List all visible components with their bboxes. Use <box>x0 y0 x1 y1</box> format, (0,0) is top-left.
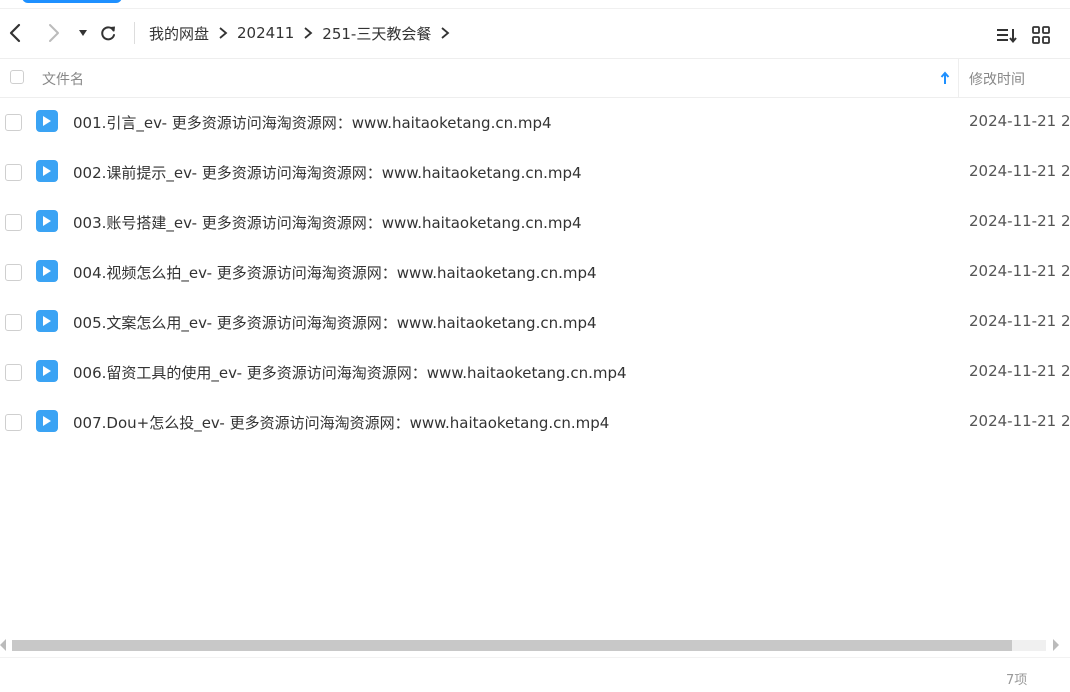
row-checkbox[interactable] <box>5 164 22 181</box>
video-file-icon <box>36 360 58 382</box>
chevron-right-icon[interactable] <box>431 23 459 43</box>
toolbar: 我的网盘 202411 251-三天教会餐 <box>0 9 1070 59</box>
top-strip <box>0 0 1070 9</box>
grid-view-icon <box>1032 26 1050 44</box>
row-checkbox[interactable] <box>5 264 22 281</box>
row-checkbox[interactable] <box>5 114 22 131</box>
file-list-header: 文件名 修改时间 <box>0 59 1070 98</box>
column-divider[interactable] <box>958 59 959 97</box>
file-name[interactable]: 006.留资工具的使用_ev- 更多资源访问海淘资源网：www.haitaoke… <box>73 362 627 383</box>
row-checkbox[interactable] <box>5 314 22 331</box>
file-modified-time: 2024-11-21 20 <box>969 262 1070 280</box>
chevron-right-icon <box>209 23 237 43</box>
back-button[interactable] <box>4 21 26 45</box>
sort-lines-icon <box>997 29 1017 44</box>
breadcrumb-item-current[interactable]: 251-三天教会餐 <box>322 23 431 44</box>
caret-down-icon <box>79 30 87 36</box>
file-row[interactable]: 003.账号搭建_ev- 更多资源访问海淘资源网：www.haitaoketan… <box>0 197 1070 247</box>
file-row[interactable]: 006.留资工具的使用_ev- 更多资源访问海淘资源网：www.haitaoke… <box>0 347 1070 397</box>
file-name[interactable]: 002.课前提示_ev- 更多资源访问海淘资源网：www.haitaoketan… <box>73 162 582 183</box>
status-bar: 7项 <box>0 657 1070 692</box>
file-row[interactable]: 005.文案怎么用_ev- 更多资源访问海淘资源网：www.haitaoketa… <box>0 297 1070 347</box>
file-modified-time: 2024-11-21 20 <box>969 362 1070 380</box>
breadcrumb: 我的网盘 202411 251-三天教会餐 <box>149 21 459 45</box>
file-modified-time: 2024-11-21 20 <box>969 162 1070 180</box>
file-name[interactable]: 005.文案怎么用_ev- 更多资源访问海淘资源网：www.haitaoketa… <box>73 312 597 333</box>
video-file-icon <box>36 160 58 182</box>
file-row[interactable]: 002.课前提示_ev- 更多资源访问海淘资源网：www.haitaoketan… <box>0 147 1070 197</box>
item-count: 7项 <box>1006 673 1028 688</box>
arrow-up-icon <box>940 71 950 84</box>
column-header-name[interactable]: 文件名 <box>42 69 84 89</box>
active-tab-indicator <box>22 0 122 3</box>
row-checkbox[interactable] <box>5 214 22 231</box>
file-row[interactable]: 007.Dou+怎么投_ev- 更多资源访问海淘资源网：www.haitaoke… <box>0 397 1070 447</box>
file-modified-time: 2024-11-21 20 <box>969 112 1070 130</box>
refresh-button[interactable] <box>97 21 119 45</box>
breadcrumb-item-root[interactable]: 我的网盘 <box>149 23 209 44</box>
row-checkbox[interactable] <box>5 364 22 381</box>
toolbar-divider <box>134 22 135 44</box>
history-dropdown-button[interactable] <box>72 21 94 45</box>
file-modified-time: 2024-11-21 20 <box>969 312 1070 330</box>
sort-direction-button[interactable] <box>938 69 952 87</box>
video-file-icon <box>36 110 58 132</box>
column-header-modified-time[interactable]: 修改时间 <box>969 69 1025 89</box>
file-name[interactable]: 007.Dou+怎么投_ev- 更多资源访问海淘资源网：www.haitaoke… <box>73 412 609 433</box>
video-file-icon <box>36 310 58 332</box>
forward-button[interactable] <box>43 21 65 45</box>
file-modified-time: 2024-11-21 20 <box>969 212 1070 230</box>
file-modified-time: 2024-11-21 20 <box>969 412 1070 430</box>
file-list: 001.引言_ev- 更多资源访问海淘资源网：www.haitaoketang.… <box>0 97 1070 447</box>
file-row[interactable]: 001.引言_ev- 更多资源访问海淘资源网：www.haitaoketang.… <box>0 97 1070 147</box>
scrollbar-thumb[interactable] <box>12 640 1012 651</box>
file-row[interactable]: 004.视频怎么拍_ev- 更多资源访问海淘资源网：www.haitaoketa… <box>0 247 1070 297</box>
scroll-right-arrow-icon[interactable] <box>1053 639 1059 651</box>
video-file-icon <box>36 260 58 282</box>
video-file-icon <box>36 210 58 232</box>
horizontal-scrollbar[interactable] <box>0 637 1070 653</box>
file-name[interactable]: 004.视频怎么拍_ev- 更多资源访问海淘资源网：www.haitaoketa… <box>73 262 597 283</box>
row-checkbox[interactable] <box>5 414 22 431</box>
refresh-icon <box>101 26 115 41</box>
chevron-left-icon <box>9 23 21 43</box>
sort-button[interactable] <box>994 23 1018 47</box>
scroll-left-arrow-icon[interactable] <box>0 639 6 651</box>
select-all-checkbox[interactable] <box>10 70 24 84</box>
chevron-right-icon <box>49 24 59 42</box>
chevron-right-icon <box>294 23 322 43</box>
video-file-icon <box>36 410 58 432</box>
file-name[interactable]: 001.引言_ev- 更多资源访问海淘资源网：www.haitaoketang.… <box>73 112 552 133</box>
file-name[interactable]: 003.账号搭建_ev- 更多资源访问海淘资源网：www.haitaoketan… <box>73 212 582 233</box>
grid-view-button[interactable] <box>1029 23 1053 47</box>
breadcrumb-item-month[interactable]: 202411 <box>237 24 294 42</box>
